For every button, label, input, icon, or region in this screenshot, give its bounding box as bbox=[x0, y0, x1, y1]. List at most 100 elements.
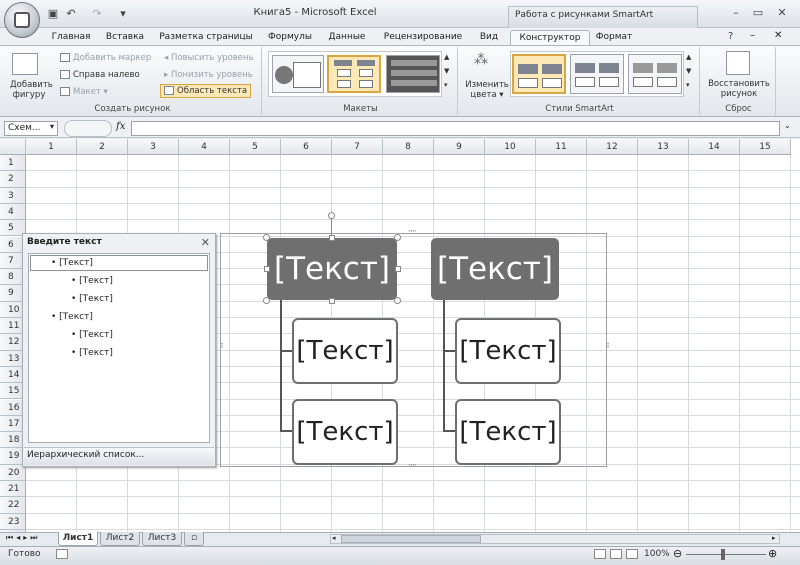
name-box-dropdown-icon[interactable]: ▾ bbox=[50, 122, 54, 131]
column-header[interactable]: 14 bbox=[689, 139, 740, 155]
row-header[interactable]: 4 bbox=[0, 203, 26, 221]
smartart-parent-1[interactable]: [Текст] bbox=[267, 238, 397, 300]
text-pane-item[interactable]: • [Текст] bbox=[51, 312, 93, 322]
resize-handle-ne[interactable] bbox=[394, 234, 401, 241]
ribbon-minimize-icon[interactable]: – bbox=[750, 30, 755, 41]
office-button[interactable] bbox=[4, 2, 40, 38]
smartart-child-1b[interactable]: [Текст] bbox=[292, 399, 398, 465]
frame-bottom-handle[interactable]: ···· bbox=[408, 461, 417, 471]
gallery-down-icon[interactable]: ▼ bbox=[444, 67, 449, 75]
column-header[interactable]: 15 bbox=[740, 139, 791, 155]
sheet-tab-3[interactable]: Лист3 bbox=[142, 532, 182, 546]
close-icon[interactable]: ✕ bbox=[774, 6, 790, 20]
text-pane-item[interactable]: • [Текст] bbox=[71, 330, 113, 340]
style-thumb-3[interactable] bbox=[628, 54, 682, 94]
select-all-corner[interactable] bbox=[0, 139, 26, 155]
zoom-slider-thumb[interactable] bbox=[721, 549, 725, 560]
style-thumb-1[interactable] bbox=[512, 54, 566, 94]
row-header[interactable]: 20 bbox=[0, 464, 26, 481]
restore-icon[interactable]: ▭ bbox=[750, 6, 766, 20]
page-break-view-icon[interactable] bbox=[626, 549, 638, 559]
zoom-level[interactable]: 100% bbox=[644, 549, 670, 559]
column-header[interactable]: 6 bbox=[281, 139, 332, 155]
zoom-slider[interactable] bbox=[686, 554, 766, 555]
fx-icon[interactable]: fx bbox=[116, 121, 125, 132]
sheet-nav-icons[interactable]: ⏮◂▸⏭ bbox=[6, 533, 40, 543]
formula-input[interactable] bbox=[131, 121, 780, 136]
layout-button[interactable]: Макет ▾ bbox=[60, 87, 108, 97]
layout-name-link[interactable]: Иерархический список... bbox=[27, 450, 144, 460]
rotate-handle[interactable] bbox=[328, 212, 335, 219]
text-pane-item[interactable]: • [Текст] bbox=[71, 348, 113, 358]
page-layout-view-icon[interactable] bbox=[610, 549, 622, 559]
resize-handle-se[interactable] bbox=[394, 297, 401, 304]
change-colors-button[interactable]: Изменить цвета ▾ bbox=[464, 80, 510, 100]
zoom-in-icon[interactable]: ⊕ bbox=[768, 547, 777, 560]
column-header[interactable]: 4 bbox=[179, 139, 230, 155]
text-pane-item[interactable]: • [Текст] bbox=[71, 276, 113, 286]
horizontal-scrollbar[interactable] bbox=[330, 534, 780, 544]
tab-page-layout[interactable]: Разметка страницы bbox=[156, 30, 256, 45]
scroll-left-icon[interactable]: ◂ bbox=[332, 534, 336, 542]
styles-more-icon[interactable]: ▾ bbox=[686, 81, 690, 89]
column-header[interactable]: 11 bbox=[536, 139, 587, 155]
resize-handle-s[interactable] bbox=[329, 298, 335, 304]
text-pane-item[interactable]: • [Текст] bbox=[71, 294, 113, 304]
help-icon[interactable]: ? bbox=[728, 31, 733, 42]
row-header[interactable]: 22 bbox=[0, 497, 26, 514]
save-icon[interactable]: ▣ bbox=[46, 7, 60, 21]
resize-handle-e[interactable] bbox=[395, 266, 401, 272]
row-header[interactable]: 21 bbox=[0, 481, 26, 498]
sheet-tab-1[interactable]: Лист1 bbox=[58, 532, 98, 546]
smartart-child-2a[interactable]: [Текст] bbox=[455, 318, 561, 384]
column-header[interactable]: 7 bbox=[332, 139, 383, 155]
styles-down-icon[interactable]: ▼ bbox=[686, 67, 691, 75]
tab-formulas[interactable]: Формулы bbox=[262, 30, 318, 45]
styles-up-icon[interactable]: ▲ bbox=[686, 53, 691, 61]
resize-handle-nw[interactable] bbox=[263, 234, 270, 241]
text-pane-button[interactable]: Область текста bbox=[160, 84, 252, 98]
text-pane-editor[interactable]: • [Текст] • [Текст] • [Текст] • [Текст] … bbox=[28, 253, 210, 443]
layout-thumb-1[interactable] bbox=[272, 55, 324, 93]
tab-home[interactable]: Главная bbox=[46, 30, 96, 45]
resize-handle-sw[interactable] bbox=[263, 297, 270, 304]
zoom-out-icon[interactable]: ⊖ bbox=[673, 547, 682, 560]
layout-thumb-3[interactable] bbox=[386, 55, 440, 93]
tab-design[interactable]: Конструктор bbox=[510, 30, 590, 45]
resize-handle-w[interactable] bbox=[264, 266, 270, 272]
tab-view[interactable]: Вид bbox=[474, 30, 504, 45]
smartart-child-2b[interactable]: [Текст] bbox=[455, 399, 561, 465]
right-to-left-button[interactable]: Справа налево bbox=[60, 70, 140, 80]
promote-button[interactable]: ◂ Повысить уровень bbox=[164, 53, 254, 63]
gallery-up-icon[interactable]: ▲ bbox=[444, 53, 449, 61]
tab-format[interactable]: Формат bbox=[594, 30, 634, 45]
column-header[interactable]: 3 bbox=[128, 139, 179, 155]
text-pane-close-icon[interactable]: ✕ bbox=[201, 236, 210, 249]
column-header[interactable]: 5 bbox=[230, 139, 281, 155]
frame-right-handle[interactable]: ··· bbox=[602, 342, 612, 348]
macro-record-icon[interactable] bbox=[56, 549, 68, 559]
row-header[interactable]: 23 bbox=[0, 513, 26, 530]
scroll-right-icon[interactable]: ▸ bbox=[772, 534, 776, 542]
column-header[interactable]: 2 bbox=[77, 139, 128, 155]
smartart-child-1a[interactable]: [Текст] bbox=[292, 318, 398, 384]
customize-qat-icon[interactable]: ▾ bbox=[116, 7, 130, 21]
redo-icon[interactable]: ↷ bbox=[90, 7, 104, 21]
column-header[interactable]: 8 bbox=[383, 139, 434, 155]
frame-left-handle[interactable]: ··· bbox=[216, 342, 226, 348]
frame-top-handle[interactable]: ···· bbox=[408, 227, 417, 237]
insert-sheet-icon[interactable]: ▫ bbox=[184, 532, 204, 546]
gallery-more-icon[interactable]: ▾ bbox=[444, 81, 448, 89]
column-header[interactable]: 9 bbox=[434, 139, 485, 155]
style-thumb-2[interactable] bbox=[570, 54, 624, 94]
add-shape-button[interactable]: Добавить фигуру bbox=[10, 80, 53, 100]
layout-thumb-2[interactable] bbox=[327, 55, 381, 93]
tab-review[interactable]: Рецензирование bbox=[378, 30, 468, 45]
normal-view-icon[interactable] bbox=[594, 549, 606, 559]
row-header[interactable]: 1 bbox=[0, 155, 26, 172]
smartart-parent-2[interactable]: [Текст] bbox=[431, 238, 559, 300]
sheet-tab-2[interactable]: Лист2 bbox=[100, 532, 140, 546]
workbook-close-icon[interactable]: ✕ bbox=[774, 30, 782, 41]
row-header[interactable]: 2 bbox=[0, 171, 26, 188]
tab-data[interactable]: Данные bbox=[322, 30, 372, 45]
